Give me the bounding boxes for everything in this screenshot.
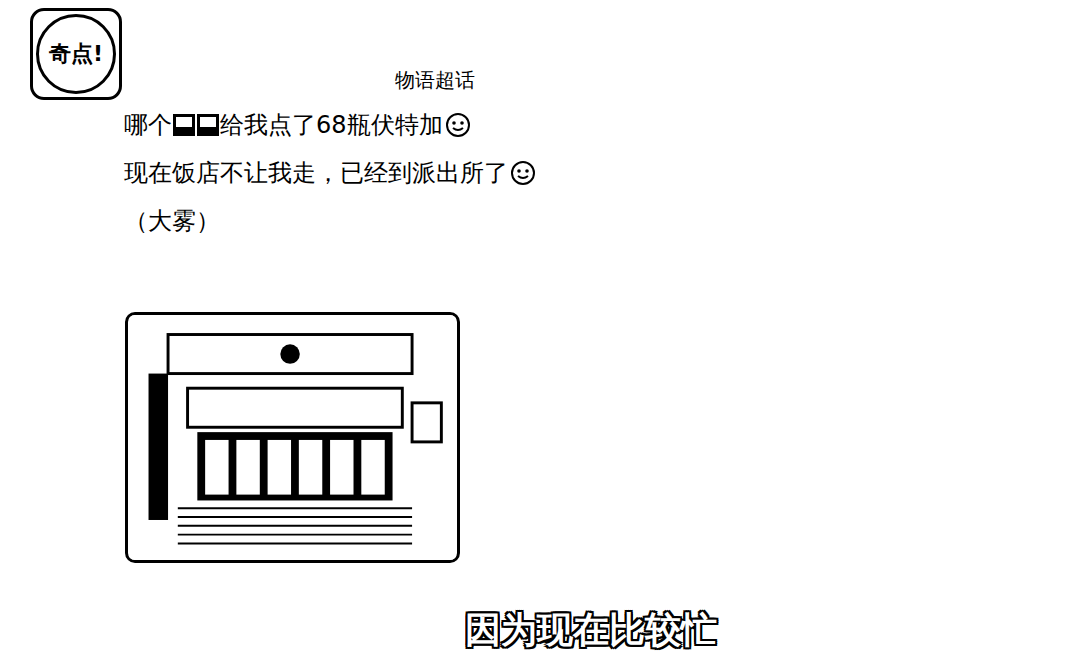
post: 物语超话哪个给我点了68瓶伏特加现在饭店不让我走，已经到派出所了（大雾） 因为现在… <box>0 0 1080 652</box>
post-text: 现在饭店不让我走，已经到派出所了 <box>124 149 508 197</box>
redaction-mark <box>197 114 219 136</box>
topic-label[interactable]: 物语超话 <box>0 65 1080 95</box>
post-line: 现在饭店不让我走，已经到派出所了 <box>124 149 1080 197</box>
post-photo[interactable] <box>125 312 460 563</box>
emoji-face-icon <box>510 160 536 186</box>
redaction-mark <box>173 114 195 136</box>
post-text: 给我点了68瓶伏特加 <box>220 101 443 149</box>
post-line: 哪个给我点了68瓶伏特加 <box>124 101 1080 149</box>
building-photo-icon <box>128 315 457 560</box>
subtitle-caption: 因为现在比较忙 <box>0 608 1080 652</box>
post-line: （大雾） <box>124 197 1080 245</box>
post-text: （大雾） <box>124 197 220 245</box>
logo-text: 奇点! <box>36 14 116 94</box>
post-text: 哪个 <box>124 101 172 149</box>
post-body: 哪个给我点了68瓶伏特加现在饭店不让我走，已经到派出所了（大雾） <box>0 101 1080 245</box>
logo-watermark: 奇点! <box>30 8 122 100</box>
emoji-face-icon <box>445 112 471 138</box>
